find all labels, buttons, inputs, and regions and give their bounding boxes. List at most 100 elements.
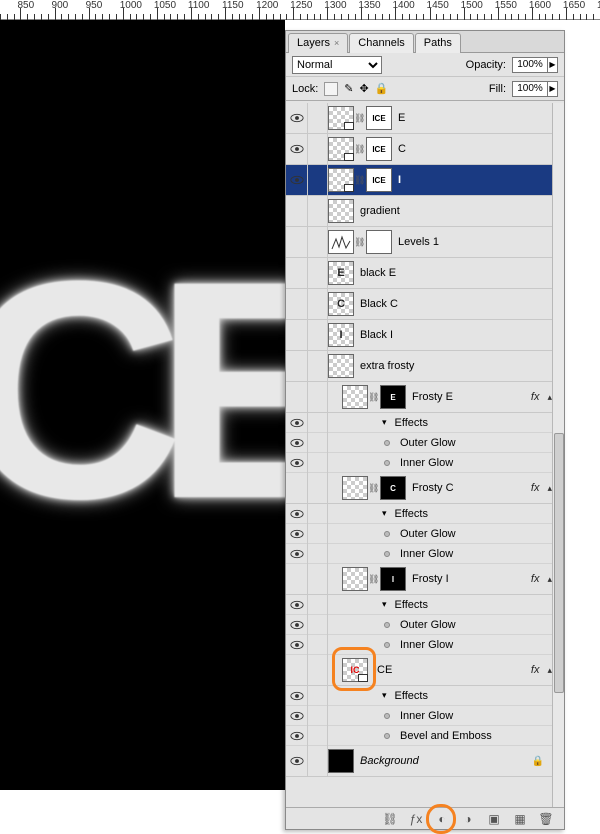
visibility-toggle[interactable] xyxy=(286,595,308,615)
visibility-toggle[interactable] xyxy=(286,196,308,227)
effect-item[interactable]: Outer Glow xyxy=(286,433,552,453)
layer-row[interactable]: gradient xyxy=(286,196,552,227)
lock-all-icon[interactable]: 🔒 xyxy=(375,82,389,95)
visibility-toggle[interactable] xyxy=(286,635,308,655)
layer-thumbnail[interactable] xyxy=(328,106,354,130)
visibility-toggle[interactable] xyxy=(286,433,308,453)
layer-thumbnail[interactable] xyxy=(328,137,354,161)
visibility-toggle[interactable] xyxy=(286,258,308,289)
layer-row[interactable]: ⛓CFrosty Cfx▴ xyxy=(286,473,552,504)
link-mask-icon[interactable]: ⛓ xyxy=(354,237,362,248)
effect-item[interactable]: Inner Glow xyxy=(286,635,552,655)
layer-row[interactable]: ICICEfx▴ xyxy=(286,655,552,686)
link-column[interactable] xyxy=(308,382,328,413)
layer-thumbnail[interactable] xyxy=(342,476,368,500)
layer-name[interactable]: C xyxy=(398,143,406,155)
layer-row[interactable]: C Black C xyxy=(286,289,552,320)
visibility-toggle[interactable] xyxy=(286,524,308,544)
link-column[interactable] xyxy=(308,746,328,777)
visibility-toggle[interactable] xyxy=(286,103,308,134)
scrollbar-thumb[interactable] xyxy=(554,433,564,693)
tab-paths[interactable]: Paths xyxy=(415,33,461,53)
effects-header[interactable]: ▾Effects xyxy=(286,595,552,615)
layer-name[interactable]: Frosty C xyxy=(412,482,454,494)
effect-item[interactable]: Inner Glow xyxy=(286,544,552,564)
layer-thumbnail[interactable]: E xyxy=(328,261,354,285)
layer-name[interactable]: Frosty I xyxy=(412,573,449,585)
layer-mask-thumbnail[interactable]: ICE xyxy=(366,106,392,130)
link-mask-icon[interactable]: ⛓ xyxy=(354,113,362,124)
layer-row[interactable]: Eblack E xyxy=(286,258,552,289)
visibility-toggle[interactable] xyxy=(286,134,308,165)
link-column[interactable] xyxy=(308,655,328,686)
layer-thumbnail[interactable]: IC xyxy=(342,658,368,682)
collapse-icon[interactable]: ▾ xyxy=(382,417,387,428)
layer-row[interactable]: Background🔒 xyxy=(286,746,552,777)
visibility-toggle[interactable] xyxy=(286,686,308,706)
blend-mode-select[interactable]: Normal xyxy=(292,56,382,74)
visibility-toggle[interactable] xyxy=(286,544,308,564)
tab-channels[interactable]: Channels xyxy=(349,33,413,53)
layer-name[interactable]: Frosty E xyxy=(412,391,453,403)
link-column[interactable] xyxy=(308,564,328,595)
visibility-toggle[interactable] xyxy=(286,615,308,635)
new-icon[interactable]: ▦ xyxy=(512,812,528,826)
adjust-icon[interactable]: ◑ xyxy=(460,812,476,826)
link-mask-icon[interactable]: ⛓ xyxy=(368,483,376,494)
effects-header[interactable]: ▾Effects xyxy=(286,413,552,433)
fill-flyout-icon[interactable]: ▶ xyxy=(547,82,557,96)
visibility-toggle[interactable] xyxy=(286,504,308,524)
layers-scrollbar[interactable] xyxy=(552,103,564,807)
layer-thumbnail[interactable] xyxy=(328,749,354,773)
layer-row[interactable]: ⛓IFrosty Ifx▴ xyxy=(286,564,552,595)
link-column[interactable] xyxy=(308,103,328,134)
layer-mask-thumbnail[interactable] xyxy=(366,230,392,254)
opacity-field[interactable] xyxy=(513,58,547,72)
opacity-flyout-icon[interactable]: ▶ xyxy=(547,58,557,72)
visibility-toggle[interactable] xyxy=(286,165,308,196)
visibility-toggle[interactable] xyxy=(286,351,308,382)
visibility-toggle[interactable] xyxy=(286,227,308,258)
document-canvas[interactable]: CE xyxy=(0,20,285,790)
layer-row[interactable]: ⛓ ICE E xyxy=(286,103,552,134)
layer-name[interactable]: Levels 1 xyxy=(398,236,439,248)
collapse-icon[interactable]: ▾ xyxy=(382,599,387,610)
visibility-toggle[interactable] xyxy=(286,320,308,351)
visibility-toggle[interactable] xyxy=(286,382,308,413)
layers-list[interactable]: ⛓ICEE⛓ICEC⛓ICEIgradient⛓Levels 1Eblack E… xyxy=(286,103,552,807)
effects-header[interactable]: ▾Effects xyxy=(286,686,552,706)
fx-indicator[interactable]: fx xyxy=(531,482,540,494)
layer-mask-thumbnail[interactable]: C xyxy=(380,476,406,500)
layer-name[interactable]: E xyxy=(398,112,405,124)
layer-mask-thumbnail[interactable]: ICE xyxy=(366,168,392,192)
layer-name[interactable]: extra frosty xyxy=(360,360,414,372)
tab-layers[interactable]: Layers× xyxy=(288,33,348,53)
fill-input[interactable]: ▶ xyxy=(512,81,558,97)
link-column[interactable] xyxy=(308,473,328,504)
link-column[interactable] xyxy=(308,227,328,258)
tab-close-icon[interactable]: × xyxy=(334,38,339,48)
link-column[interactable] xyxy=(308,289,328,320)
layer-thumbnail[interactable]: C xyxy=(328,292,354,316)
layer-name[interactable]: Black C xyxy=(360,298,398,310)
trash-icon[interactable]: 🗑 xyxy=(538,812,554,826)
effect-item[interactable]: Outer Glow xyxy=(286,524,552,544)
visibility-toggle[interactable] xyxy=(286,289,308,320)
layer-mask-thumbnail[interactable]: ICE xyxy=(366,137,392,161)
layer-row[interactable]: IBlack I xyxy=(286,320,552,351)
visibility-toggle[interactable] xyxy=(286,655,308,686)
layer-name[interactable]: Background xyxy=(360,755,419,767)
link-column[interactable] xyxy=(308,320,328,351)
collapse-icon[interactable]: ▾ xyxy=(382,690,387,701)
layer-name[interactable]: Black I xyxy=(360,329,393,341)
link-mask-icon[interactable]: ⛓ xyxy=(368,392,376,403)
effect-item[interactable]: Outer Glow xyxy=(286,615,552,635)
visibility-toggle[interactable] xyxy=(286,746,308,777)
layer-thumbnail[interactable] xyxy=(342,567,368,591)
layer-name[interactable]: ICE xyxy=(374,664,392,676)
visibility-toggle[interactable] xyxy=(286,706,308,726)
layer-name[interactable]: gradient xyxy=(360,205,400,217)
collapse-icon[interactable]: ▾ xyxy=(382,508,387,519)
layer-thumbnail[interactable] xyxy=(342,385,368,409)
link-column[interactable] xyxy=(308,134,328,165)
